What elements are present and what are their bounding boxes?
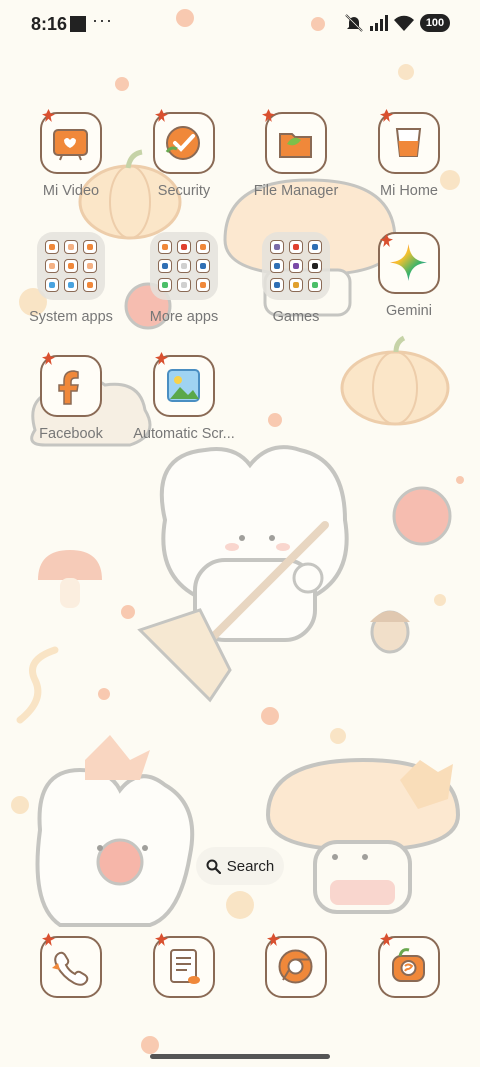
photo-icon (153, 352, 215, 417)
folder-grid-icon (262, 232, 330, 300)
app-label: Gemini (386, 303, 432, 319)
app-label: Mi Video (42, 183, 100, 199)
notification-square-icon (70, 16, 86, 32)
folder-grid-icon (37, 232, 105, 300)
gemini-app[interactable]: Gemini (353, 232, 465, 319)
search-button[interactable]: Search (196, 847, 284, 885)
tv-icon (40, 109, 102, 174)
dock-notes[interactable] (128, 933, 240, 998)
search-label: Search (226, 857, 275, 875)
silent-bell-icon (345, 14, 363, 32)
acorn-illustration (370, 610, 410, 654)
gemini-star-icon (378, 232, 440, 294)
signal-icon (370, 15, 388, 31)
more-notifications-icon: ··· (92, 10, 113, 30)
small-mushroom-illustration (38, 550, 102, 608)
folder-icon (262, 109, 327, 174)
games-folder[interactable]: Games (240, 232, 352, 325)
app-label: File Manager (253, 183, 339, 199)
mi-video-app[interactable]: Mi Video (15, 109, 127, 199)
facebook-icon (40, 352, 102, 417)
mushroom-lower-illustration (265, 757, 461, 914)
automatic-scroll-app[interactable]: Automatic Scr... (128, 352, 240, 442)
wifi-icon (394, 15, 414, 31)
home-gesture-bar[interactable] (150, 1054, 330, 1059)
phone-icon (40, 933, 102, 998)
app-label: Automatic Scr... (133, 426, 235, 442)
bunny-apple-illustration (35, 735, 195, 927)
pumpkin-right-illustration (340, 335, 450, 426)
folder-grid-icon (150, 232, 218, 300)
folder-label: System apps (29, 309, 113, 325)
file-manager-app[interactable]: File Manager (240, 109, 352, 199)
apple-right-illustration (392, 486, 452, 546)
dock-phone[interactable] (15, 933, 127, 998)
status-bar: 8:16 ··· 100 (0, 0, 480, 48)
camera-icon (378, 933, 440, 998)
security-app[interactable]: Security (128, 109, 240, 199)
app-label: Mi Home (379, 183, 438, 199)
battery-indicator: 100 (420, 14, 450, 32)
mi-home-app[interactable]: Mi Home (353, 109, 465, 199)
folder-label: Games (272, 309, 320, 325)
app-label: Facebook (39, 426, 103, 442)
more-apps-folder[interactable]: More apps (128, 232, 240, 325)
dock-chrome[interactable] (240, 933, 352, 998)
search-icon (206, 859, 221, 874)
notes-icon (153, 933, 215, 998)
cup-icon (378, 109, 440, 174)
status-time: 8:16 (31, 14, 68, 34)
app-label: Security (157, 183, 211, 199)
facebook-app[interactable]: Facebook (15, 352, 127, 442)
chrome-icon (265, 933, 327, 998)
security-icon (153, 109, 215, 174)
bunny-broom-illustration (137, 445, 349, 703)
folder-label: More apps (149, 309, 219, 325)
system-apps-folder[interactable]: System apps (15, 232, 127, 325)
dock-camera[interactable] (353, 933, 465, 998)
